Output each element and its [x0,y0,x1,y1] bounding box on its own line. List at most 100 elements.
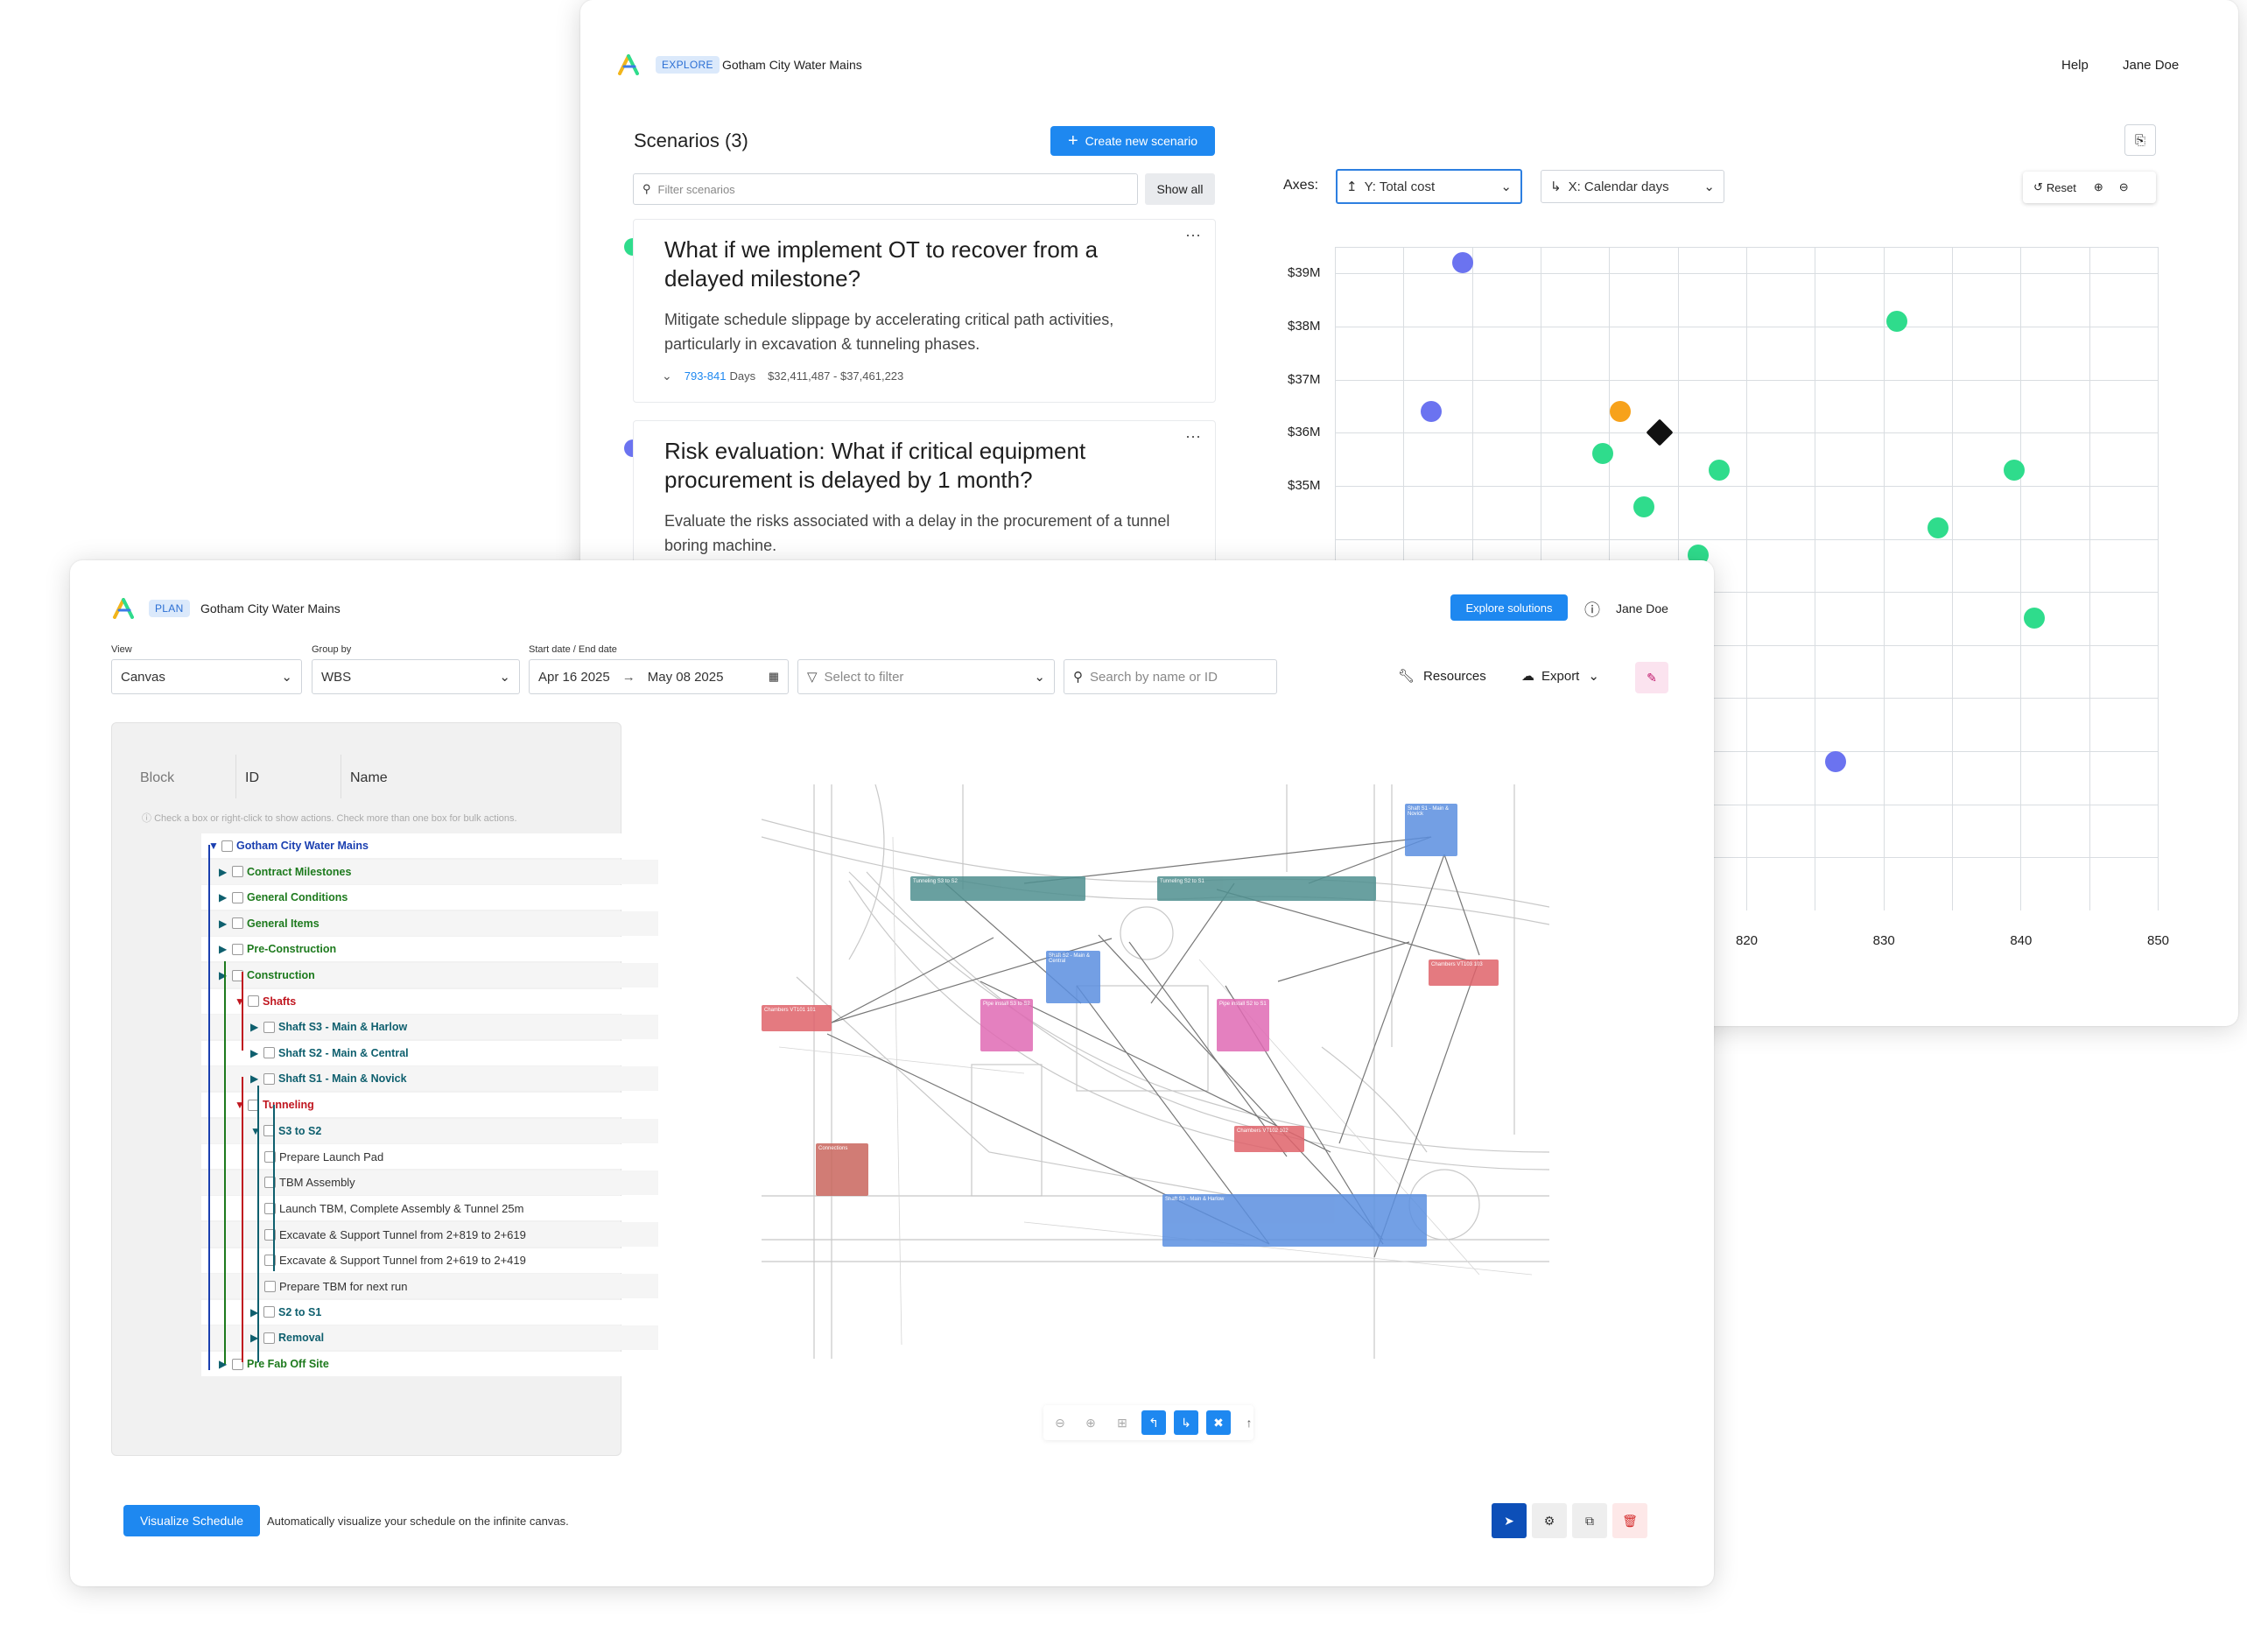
row-checkbox[interactable] [232,866,243,878]
row-checkbox[interactable] [232,891,243,903]
y-tick-label: $37M [1288,371,1321,387]
caret-right-icon[interactable]: ▶ [250,1021,263,1033]
tree-item-label: S2 to S1 [278,1305,322,1318]
tree-group-item[interactable]: ▶ Pre Fab Off Site [201,1352,658,1376]
resources-button[interactable]: 🔧︎ Resources [1398,668,1486,685]
row-checkbox[interactable] [232,917,243,930]
row-checkbox[interactable] [263,1047,275,1059]
canvas-block[interactable]: Tunneling S3 to S2 [910,876,1085,901]
row-checkbox[interactable] [263,1021,275,1033]
filter-select[interactable]: ▽ Select to filter ⌄ [797,659,1055,694]
arrow-right-icon: → [621,669,635,685]
zoom-out-icon[interactable]: ⊖ [1048,1410,1072,1435]
tree-leaf-item[interactable]: Excavate & Support Tunnel from 2+619 to … [201,1248,658,1273]
fit-screen-icon[interactable]: ✖ [1206,1410,1231,1435]
user-name[interactable]: Jane Doe [1616,601,1668,615]
column-id: ID [245,770,259,785]
canvas-block[interactable]: Chambers VT101 101 [762,1005,832,1031]
x-tick-label: 840 [2010,933,2033,948]
chevron-down-icon: ⌄ [281,670,292,685]
tree-group-item[interactable]: ▶ Shaft S2 - Main & Central [201,1040,658,1065]
link-end-icon[interactable]: ↳ [1174,1410,1198,1435]
tree-leaf-item[interactable]: TBM Assembly [201,1170,658,1195]
tree-leaf-item[interactable]: Excavate & Support Tunnel from 2+819 to … [201,1222,658,1247]
row-checkbox[interactable] [263,1072,275,1085]
tree-guide-line [242,1077,243,1362]
explore-solutions-button[interactable]: Explore solutions [1450,594,1568,621]
caret-right-icon[interactable]: ▶ [219,943,232,955]
canvas-block[interactable]: Shaft S1 - Main & Novick [1405,804,1457,856]
resources-label: Resources [1423,668,1486,684]
column-divider [235,755,236,798]
help-icon[interactable]: ⓘ [1584,598,1600,621]
zoom-in-icon[interactable]: ⊕ [1078,1410,1103,1435]
infinite-canvas[interactable]: Shaft S1 - Main & Novick Tunneling S3 to … [762,784,1549,1359]
column-block: Block [140,770,175,785]
tree-group-item[interactable]: ▶ Contract Milestones [201,859,658,884]
tree-group-item[interactable]: ▼ Gotham City Water Mains [201,833,658,858]
tree-group-item[interactable]: ▼ S3 to S2 [201,1118,658,1143]
tree-group-item[interactable]: ▶ Shaft S1 - Main & Novick [201,1066,658,1092]
chevron-down-icon: ⌄ [1034,670,1045,685]
tree-item-label: Construction [247,969,315,981]
edit-schedule-icon[interactable]: ✎ [1635,662,1668,693]
pointer-icon[interactable]: ➤ [1492,1503,1527,1538]
caret-down-icon[interactable]: ▼ [208,840,221,852]
search-input[interactable]: ⚲ Search by name or ID [1064,659,1277,694]
caret-right-icon[interactable]: ▶ [250,1072,263,1085]
canvas-block[interactable]: Connections [816,1143,868,1196]
canvas-block[interactable]: Pipe install S2 to S1 [1217,999,1269,1051]
tree-leaf-item[interactable]: Prepare TBM for next run [201,1274,658,1299]
x-tick-label: 830 [1872,933,1895,948]
y-tick-label: $39M [1288,265,1321,281]
tree-leaf-item[interactable]: Prepare Launch Pad [201,1144,658,1170]
tree-group-item[interactable]: ▶ Shaft S3 - Main & Harlow [201,1015,658,1040]
group-label: Group by [312,644,352,655]
caret-right-icon[interactable]: ▶ [250,1047,263,1059]
row-checkbox[interactable] [221,840,233,852]
row-checkbox[interactable] [264,1280,276,1292]
search-icon: ⚲ [1073,670,1083,685]
group-select[interactable]: WBS ⌄ [312,659,520,694]
canvas-block[interactable]: Chambers VT103 103 [1429,960,1499,986]
y-tick-label: $35M [1288,477,1321,493]
row-checkbox[interactable] [263,1332,275,1344]
visualize-schedule-button[interactable]: Visualize Schedule [123,1505,260,1536]
tree-group-item[interactable]: ▶ S2 to S1 [201,1299,658,1325]
caret-right-icon[interactable]: ▶ [219,866,232,878]
caret-right-icon[interactable]: ▶ [219,917,232,930]
trash-icon[interactable]: 🗑︎ [1612,1503,1647,1538]
canvas-block[interactable]: Shaft S3 - Main & Harlow [1162,1194,1427,1247]
row-checkbox[interactable] [232,943,243,955]
arrow-up-icon[interactable]: ↑ [1237,1410,1261,1435]
canvas-block[interactable]: Chambers VT102 102 [1234,1126,1304,1152]
gear-icon[interactable]: ⚙ [1532,1503,1567,1538]
canvas-block[interactable]: Shaft S2 - Main & Central [1046,951,1100,1003]
view-select[interactable]: Canvas ⌄ [111,659,302,694]
tree-group-item[interactable]: ▶ Removal [201,1325,658,1351]
tree-item-label: Shaft S1 - Main & Novick [278,1072,407,1086]
tree-group-item[interactable]: ▶ General Conditions [201,885,658,910]
canvas-block[interactable]: Tunneling S2 to S1 [1157,876,1376,901]
tree-item-label: Launch TBM, Complete Assembly & Tunnel 2… [279,1201,524,1215]
date-range-picker[interactable]: Apr 16 2025 → May 08 2025 ▦ [529,659,789,694]
tree-group-item[interactable]: ▶ Construction [201,963,658,988]
tree-item-label: Pre-Construction [247,943,337,956]
view-value: Canvas [121,669,165,685]
grid-line [2089,247,2090,910]
copy-icon[interactable]: ⧉ [1572,1503,1607,1538]
tree-group-item[interactable]: ▶ General Items [201,910,658,936]
canvas-block[interactable]: Pipe install S3 to S2 [980,999,1033,1051]
export-button[interactable]: ☁ Export ⌄ [1521,668,1599,685]
y-tick-label: $36M [1288,425,1321,440]
row-checkbox[interactable] [248,995,259,1008]
chart-border [1335,247,2158,248]
tree-group-item[interactable]: ▼ Tunneling [201,1093,658,1117]
row-checkbox[interactable] [263,1306,275,1318]
tree-leaf-item[interactable]: Launch TBM, Complete Assembly & Tunnel 2… [201,1196,658,1221]
tree-group-item[interactable]: ▼ Shafts [201,988,658,1014]
grid-icon[interactable]: ⊞ [1110,1410,1134,1435]
caret-right-icon[interactable]: ▶ [219,891,232,903]
link-start-icon[interactable]: ↰ [1141,1410,1166,1435]
tree-group-item[interactable]: ▶ Pre-Construction [201,937,658,962]
